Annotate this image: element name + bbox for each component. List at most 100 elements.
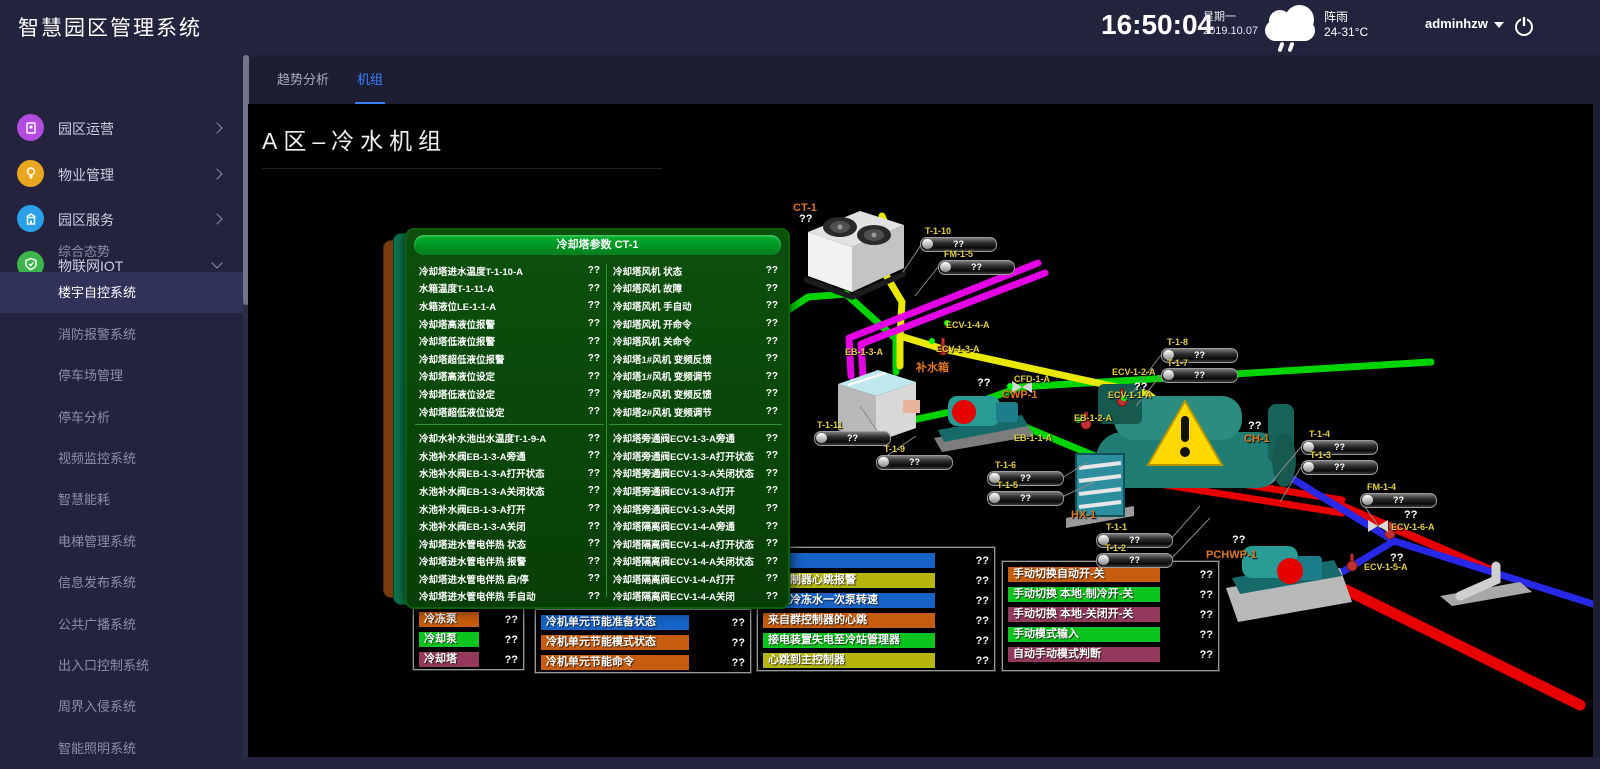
panel-row: 冷却塔隔离阀ECV-1-4-A关闭状态?? [613, 553, 778, 571]
status-row: 冷冻泵?? [419, 612, 518, 627]
panel-row-value: ?? [588, 538, 600, 549]
sidebar-item-8[interactable]: 电梯管理系统 [0, 521, 243, 562]
panel-row-label: 冷却塔进水管电伴热 报警 [419, 554, 526, 568]
panel-row-label: 冷却塔进水温度T-1-10-A [419, 264, 523, 278]
panel-row-value: ?? [588, 283, 600, 294]
sidebar-item-9[interactable]: 信息发布系统 [0, 562, 243, 603]
sensor-tag-T-1-10: T-1-10 [925, 226, 951, 236]
status-chip: 手动切换自动开-关 [1008, 567, 1160, 582]
park-service-icon [17, 205, 44, 232]
sidebar-item-4[interactable]: 停车场管理 [0, 355, 243, 396]
panel-row-value: ?? [766, 353, 778, 364]
sidebar-item-1[interactable]: 综合态势 [0, 231, 243, 272]
sensor-pill-FM-1-5: ?? [938, 260, 1015, 275]
status-box-controller-heartbeat: 复位??主控制器心跳报警??群控冷冻水一次泵转速??来自群控制器的心跳??接电装… [757, 547, 995, 671]
tab-1[interactable]: 趋势分析 [277, 69, 329, 96]
status-chip: 冷却塔 [419, 652, 479, 667]
weekday: 星期一 [1203, 10, 1258, 24]
sensor-tag-T-1-3: T-1-3 [1310, 450, 1331, 460]
panel-column-divider [606, 264, 607, 597]
status-value: ?? [970, 575, 989, 587]
sensor-pill-cap [1098, 555, 1109, 565]
date-block: 星期一 2019.10.07 [1203, 10, 1258, 38]
panel-section-divider [419, 420, 600, 429]
equipment-label-PCHWP-1: PCHWP-1 [1206, 549, 1257, 561]
panel-row: 水箱温度T-1-11-A?? [419, 280, 600, 298]
tab-2[interactable]: 机组 [357, 69, 383, 96]
panel-row-label: 冷却塔进水管电伴热 状态 [419, 537, 526, 551]
status-chip: 冷机单元节能模式状态 [541, 635, 689, 650]
equipment-value-CWP-1: ?? [977, 377, 990, 389]
sidebar-item-5[interactable]: 停车分析 [0, 397, 243, 438]
sensor-tag-FM-1-5: FM-1-5 [944, 249, 973, 259]
sensor-tag-T-1-7: T-1-7 [1167, 358, 1188, 368]
user-menu[interactable]: adminhzw [1425, 16, 1504, 31]
equipment-label-ECV-1-4-A: ECV-1-4-A [946, 320, 990, 330]
equipment-label-CWP-1: CWP-1 [1002, 389, 1037, 401]
panel-row-label: 水池补水阀EB-1-3-A关闭状态 [419, 484, 545, 498]
panel-row-label: 冷却塔风机 关命令 [613, 334, 692, 348]
status-value: ?? [970, 595, 989, 607]
clock: 16:50:04 [1101, 9, 1213, 41]
sidebar-item-6[interactable]: 视频监控系统 [0, 438, 243, 479]
sidebar-item-3[interactable]: 消防报警系统 [0, 314, 243, 355]
status-row: 冷机单元节能命令?? [541, 655, 745, 670]
sidebar-item-2[interactable]: 楼宇自控系统 [0, 272, 243, 313]
sidebar-group-property[interactable]: 物业管理 [0, 151, 243, 196]
panel-row: 冷却塔旁通阀ECV-1-3-A旁通?? [613, 429, 778, 447]
sensor-pill-T-1-2: ?? [1096, 553, 1173, 568]
panel-row-label: 冷却塔旁通阀ECV-1-3-A打开 [613, 484, 735, 498]
panel-row: 冷却塔旁通阀ECV-1-3-A关闭状态?? [613, 465, 778, 483]
panel-row: 冷却塔旁通阀ECV-1-3-A打开?? [613, 482, 778, 500]
sidebar-group-label: 物业管理 [58, 165, 114, 185]
sidebar-item-13[interactable]: 智能照明系统 [0, 728, 243, 769]
panel-row-label: 冷却塔旁通阀ECV-1-3-A旁通 [613, 431, 735, 445]
sidebar-item-7[interactable]: 智慧能耗 [0, 479, 243, 520]
property-icon [17, 160, 44, 187]
panel-row-label: 冷却塔1#风机 变频调节 [613, 369, 712, 383]
sidebar-item-11[interactable]: 出入口控制系统 [0, 645, 243, 686]
panel-row-label: 冷却塔隔离阀ECV-1-4-A旁通 [613, 519, 735, 533]
panel-row-label: 冷却塔隔离阀ECV-1-4-A打开 [613, 572, 735, 586]
sidebar-group-label: 园区服务 [58, 210, 114, 230]
equipment-label-EB-1-2-A: EB-1-2-A [1074, 413, 1112, 423]
status-value: ?? [1194, 629, 1213, 641]
status-box-pump-status: 冷冻泵??冷却泵??冷却塔?? [413, 606, 524, 670]
panel-row-label: 冷却塔风机 手自动 [613, 299, 692, 313]
panel-row-value: ?? [588, 573, 600, 584]
equipment-label-补水箱: 补水箱 [916, 359, 949, 375]
panel-row-value: ?? [766, 265, 778, 276]
panel-row-label: 冷却水补水池出水温度T-1-9-A [419, 431, 546, 445]
weather-temp: 24-31°C [1324, 25, 1368, 40]
sidebar-item-10[interactable]: 公共广播系统 [0, 604, 243, 645]
panel-row-value: ?? [588, 450, 600, 461]
panel-row-value: ?? [766, 573, 778, 584]
content-pane: 趋势分析 机组 A区–冷水机组 [243, 55, 1600, 757]
panel-row-label: 冷却塔隔离阀ECV-1-4-A关闭状态 [613, 554, 754, 568]
panel-row-value: ?? [766, 450, 778, 461]
status-row: 冷机单元节能准备状态?? [541, 615, 745, 630]
status-value: ?? [499, 634, 518, 646]
panel-row: 冷却塔进水管电伴热 状态?? [419, 535, 600, 553]
panel-row: 冷却塔高液位设定?? [419, 368, 600, 386]
sidebar-item-12[interactable]: 周界入侵系统 [0, 686, 243, 727]
sensor-tag-T-1-11: T-1-11 [817, 420, 843, 430]
sensor-tag-T-1-1: T-1-1 [1106, 522, 1127, 532]
panel-row-label: 冷却塔高液位报警 [419, 317, 495, 331]
panel-row-label: 冷却塔进水管电伴热 启/停 [419, 572, 529, 586]
panel-row: 水池补水阀EB-1-3-A打开?? [419, 500, 600, 518]
panel-row-label: 冷却塔2#风机 变频反馈 [613, 387, 712, 401]
panel-row: 冷却塔1#风机 变频反馈?? [613, 350, 778, 368]
username: adminhzw [1425, 16, 1488, 31]
status-value: ?? [726, 657, 745, 669]
panel-row: 冷却塔风机 手自动?? [613, 297, 778, 315]
logout-button[interactable] [1512, 14, 1536, 43]
panel-row-value: ?? [588, 485, 600, 496]
sidebar-group-park-operation[interactable]: 园区运营 [0, 105, 243, 150]
scada-canvas: A区–冷水机组 [248, 104, 1593, 757]
app-title: 智慧园区管理系统 [18, 12, 202, 42]
panel-row-value: ?? [766, 485, 778, 496]
panel-row: 冷却塔旁通阀ECV-1-3-A关闭?? [613, 500, 778, 518]
chevron-right-icon [211, 213, 222, 224]
panel-row-label: 冷却塔旁通阀ECV-1-3-A关闭 [613, 502, 735, 516]
